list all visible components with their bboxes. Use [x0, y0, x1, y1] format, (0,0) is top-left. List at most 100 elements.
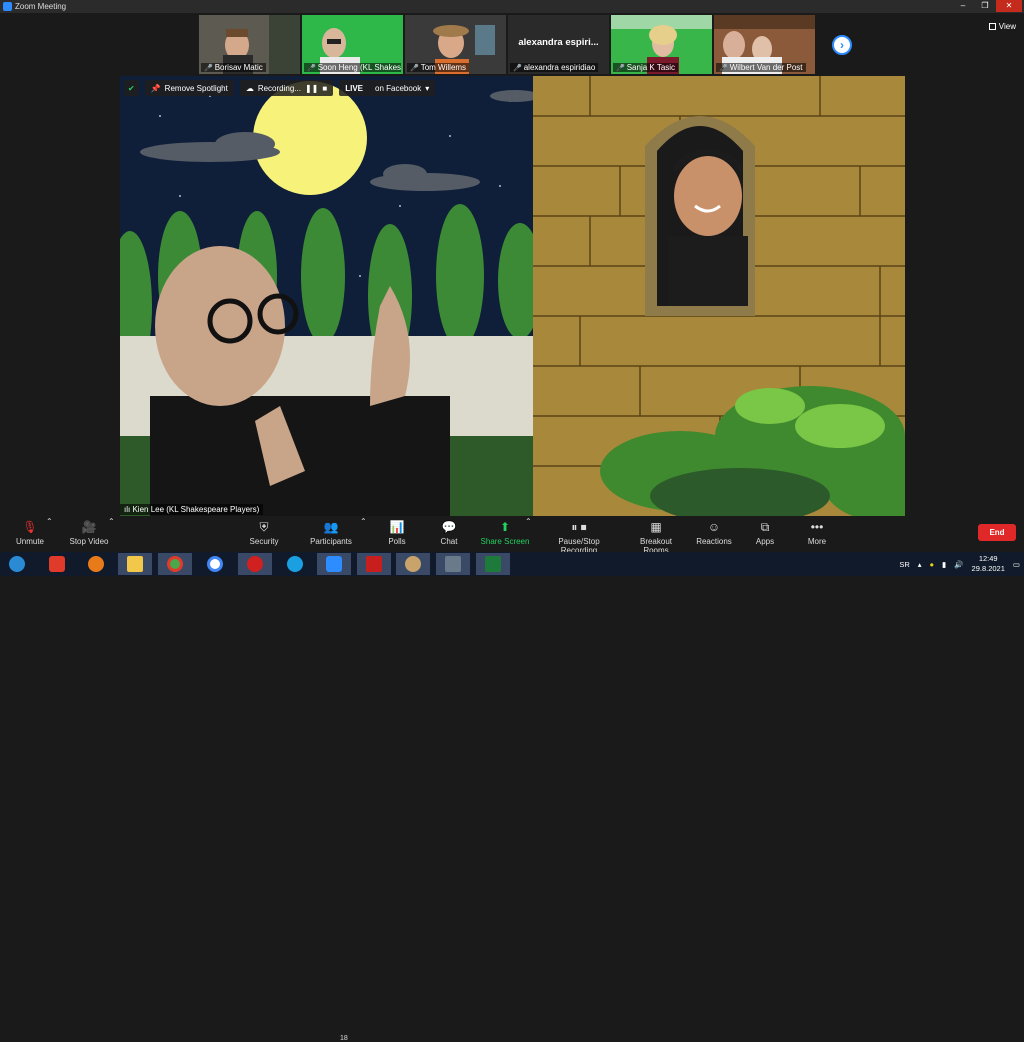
start-button[interactable]: [0, 553, 34, 575]
minimize-button[interactable]: –: [952, 0, 974, 12]
chat-button[interactable]: 💬 Chat: [434, 517, 464, 546]
taskbar-app[interactable]: [476, 553, 510, 575]
participant-name: 🎤Soon Heng (KL Shakesp...: [304, 63, 401, 72]
google-icon: [207, 556, 223, 572]
taskbar-app[interactable]: [238, 553, 272, 575]
participant-tile[interactable]: 🎤 Tom Willems: [405, 15, 506, 74]
tray-app-icon[interactable]: ●: [930, 560, 935, 569]
view-label: View: [998, 22, 1016, 31]
participant-strip: 🎤Borisav Matic 🎤Soon Heng (KL Shakesp...…: [199, 15, 815, 74]
participant-name: 🎤 Tom Willems: [407, 63, 470, 72]
spotlight-video: [120, 76, 905, 516]
encryption-shield[interactable]: ✔: [124, 80, 139, 96]
participants-button[interactable]: 👥 Participants: [306, 517, 356, 546]
taskbar-app[interactable]: [357, 553, 391, 575]
paint-icon: [405, 556, 421, 572]
volume-icon[interactable]: 🔊: [954, 560, 963, 569]
video-options-chevron-icon[interactable]: ⌃: [108, 517, 115, 526]
participant-name: 🎤 alexandra espiridiao: [510, 63, 599, 72]
participant-tile[interactable]: 🎤 Sanja K Tasic: [611, 15, 712, 74]
active-speaker-name: ılı Kien Lee (KL Shakespeare Players): [120, 504, 264, 515]
pause-recording-icon[interactable]: ❚❚: [305, 84, 318, 93]
muted-mic-icon: 🎤: [204, 64, 213, 72]
taskbar-app[interactable]: [396, 553, 430, 575]
zoom-window: Zoom Meeting – ❐ ✕ View 🎤Borisav Matic: [0, 0, 1024, 1042]
more-button[interactable]: ••• More: [804, 517, 830, 546]
network-icon[interactable]: ▮: [942, 560, 946, 569]
security-button[interactable]: ⛨ Security: [244, 517, 284, 546]
live-platform: on Facebook ▾: [369, 80, 436, 96]
participant-name: 🎤 Borisav Matic: [201, 63, 266, 72]
muted-mic-icon: 🎤: [410, 64, 419, 72]
taskbar-app[interactable]: [40, 553, 74, 575]
pdf-reader-icon: [366, 556, 382, 572]
live-stream-indicator[interactable]: LIVE on Facebook ▾: [339, 80, 436, 96]
view-button[interactable]: View: [988, 22, 1016, 31]
video-camera-icon: 🎥: [81, 520, 97, 534]
windows-logo-icon: [9, 556, 25, 572]
app-icon: [49, 556, 65, 572]
participants-icon: 👥: [323, 520, 339, 534]
polls-bar-chart-icon: 📊: [389, 520, 405, 534]
recording-indicator[interactable]: ☁ Recording... ❚❚ ■: [239, 80, 334, 96]
reactions-smiley-icon: ☺: [707, 520, 721, 534]
share-options-chevron-icon[interactable]: ⌃: [525, 517, 532, 526]
taskbar-app[interactable]: [79, 553, 113, 575]
audio-options-chevron-icon[interactable]: ⌃: [46, 517, 53, 526]
breakout-rooms-button[interactable]: ▦ Breakout Rooms: [627, 517, 685, 555]
muted-mic-icon: 🎤: [616, 64, 625, 72]
taskbar-app[interactable]: [118, 553, 152, 575]
skype-icon: [287, 556, 303, 572]
unmute-button[interactable]: 🎙 Unmute: [12, 517, 48, 546]
restore-button[interactable]: ❐: [974, 0, 996, 12]
apps-icon: ⧉: [760, 520, 770, 534]
end-meeting-button[interactable]: End: [978, 524, 1016, 541]
title-bar: Zoom Meeting – ❐ ✕: [0, 0, 1024, 13]
security-shield-icon: ⛨: [259, 520, 269, 534]
participants-chevron-icon[interactable]: ⌃: [360, 517, 367, 526]
cloud-record-icon: ☁: [245, 83, 254, 93]
remove-spotlight-button[interactable]: 📌 Remove Spotlight: [144, 80, 234, 96]
participant-tile[interactable]: 🎤Soon Heng (KL Shakesp...: [302, 15, 403, 74]
language-indicator[interactable]: SR: [899, 560, 909, 569]
taskbar-app[interactable]: [317, 553, 351, 575]
participant-tile[interactable]: 🎤 Borisav Matic: [199, 15, 300, 74]
share-screen-button[interactable]: ⬆ Share Screen: [480, 517, 530, 546]
zoom-app-icon: [3, 2, 12, 11]
participant-tile[interactable]: 🎤 Wilbert Van der Post: [714, 15, 815, 74]
breakout-grid-icon: ▦: [650, 520, 662, 534]
participant-name: 🎤 Wilbert Van der Post: [716, 63, 806, 72]
notifications-icon[interactable]: ▭: [1013, 560, 1020, 569]
system-tray: SR ▴ ● ▮ 🔊 12:49 29.8.2021 ▭: [899, 552, 1020, 576]
taskbar-app[interactable]: [278, 553, 312, 575]
share-arrow-icon: ⬆: [499, 520, 511, 534]
stop-video-button[interactable]: 🎥 Stop Video: [64, 517, 114, 546]
meeting-top-toolbar: ✔ 📌 Remove Spotlight ☁ Recording... ❚❚ ■…: [124, 80, 436, 96]
windows-taskbar: SR ▴ ● ▮ 🔊 12:49 29.8.2021 ▭: [0, 552, 1024, 576]
stop-recording-icon[interactable]: ■: [322, 84, 327, 93]
chat-bubble-icon: 💬: [441, 520, 457, 534]
folder-icon: [127, 556, 143, 572]
apps-button[interactable]: ⧉ Apps: [753, 517, 777, 546]
meeting-controls: 🎙 Unmute ⌃ 🎥 Stop Video ⌃ ⛨ Security 👥 P…: [0, 517, 1024, 1042]
polls-button[interactable]: 📊 Polls: [382, 517, 412, 546]
taskbar-app[interactable]: [158, 553, 192, 575]
tray-chevron-icon[interactable]: ▴: [918, 560, 922, 569]
close-button[interactable]: ✕: [996, 0, 1022, 12]
participant-tile[interactable]: alexandra espiri... 🎤 alexandra espiridia…: [508, 15, 609, 74]
muted-mic-icon: 🎙: [22, 520, 38, 534]
window-title: Zoom Meeting: [15, 2, 67, 11]
zoom-icon: [326, 556, 342, 572]
taskbar-app[interactable]: [436, 553, 470, 575]
taskbar-app[interactable]: [198, 553, 232, 575]
more-dots-icon: •••: [810, 520, 824, 534]
opera-icon: [247, 556, 263, 572]
live-badge: LIVE: [339, 80, 369, 96]
pin-icon: 📌: [150, 83, 161, 93]
clock[interactable]: 12:49 29.8.2021: [972, 554, 1005, 574]
pause-stop-recording-button[interactable]: ⏸ ⏹ Pause/Stop Recording: [540, 517, 618, 555]
shield-check-icon: ✔: [128, 83, 135, 93]
chrome-icon: [167, 556, 183, 572]
next-page-chevron-icon[interactable]: ›: [832, 35, 852, 55]
reactions-button[interactable]: ☺ Reactions: [696, 517, 732, 546]
